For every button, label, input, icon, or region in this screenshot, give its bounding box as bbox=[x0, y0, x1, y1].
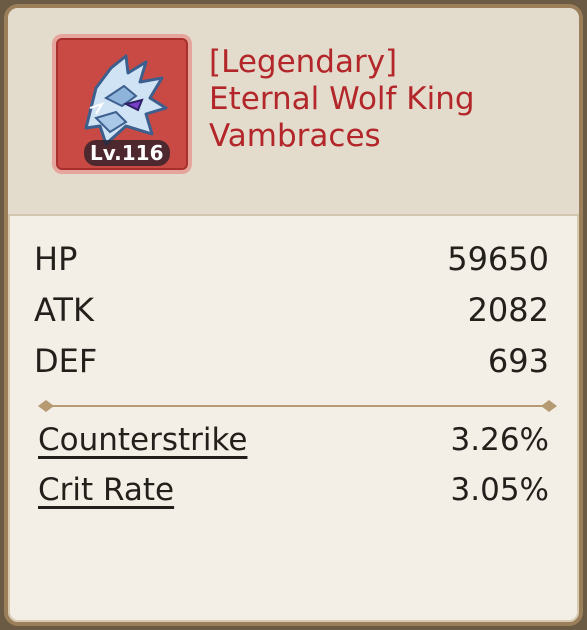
item-header: Lv.116 [Legendary] Eternal Wolf King Vam… bbox=[8, 8, 579, 216]
stat-value: 59650 bbox=[447, 240, 549, 278]
item-rarity: [Legendary] bbox=[209, 44, 398, 80]
sub-stat-crit-rate[interactable]: Crit Rate 3.05% bbox=[38, 472, 549, 522]
item-name-line-2: Vambraces bbox=[209, 118, 381, 154]
stat-name: ATK bbox=[34, 291, 94, 329]
sub-stat-name[interactable]: Crit Rate bbox=[38, 472, 174, 508]
stat-name: DEF bbox=[34, 342, 98, 380]
sub-stat-name[interactable]: Counterstrike bbox=[38, 422, 247, 458]
stat-value: 2082 bbox=[467, 291, 549, 329]
level-badge: Lv.116 bbox=[84, 140, 170, 166]
sub-stat-value: 3.26% bbox=[450, 422, 549, 458]
stat-row-def: DEF 693 bbox=[34, 342, 549, 394]
item-tooltip-card: Lv.116 [Legendary] Eternal Wolf King Vam… bbox=[4, 4, 583, 626]
stat-row-hp: HP 59650 bbox=[34, 240, 549, 292]
stat-row-atk: ATK 2082 bbox=[34, 291, 549, 343]
item-name-line-1: Eternal Wolf King bbox=[209, 81, 475, 117]
sub-stat-value: 3.05% bbox=[450, 472, 549, 508]
sub-stat-counterstrike[interactable]: Counterstrike 3.26% bbox=[38, 422, 549, 472]
stat-name: HP bbox=[34, 240, 78, 278]
section-divider bbox=[38, 400, 557, 412]
stat-value: 693 bbox=[487, 342, 549, 380]
